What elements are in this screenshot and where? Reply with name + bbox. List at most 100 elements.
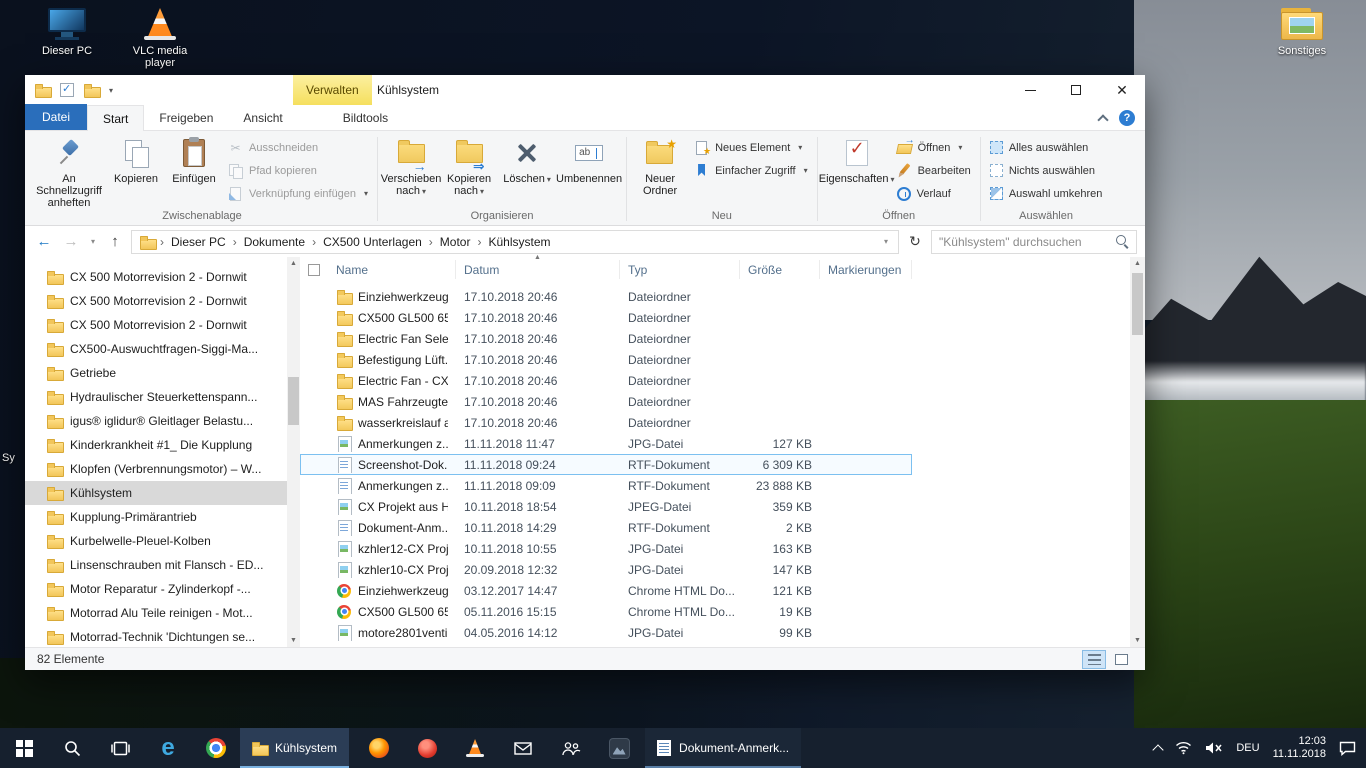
search-input[interactable] <box>939 234 1110 249</box>
tree-item[interactable]: Klopfen (Verbrennungsmotor) – W... <box>25 457 287 481</box>
copy-to-button[interactable]: ⇒ Kopieren nach ▾ <box>440 133 498 198</box>
delete-button[interactable]: Löschen ▾ <box>498 133 556 186</box>
clock[interactable]: 12:03 11.11.2018 <box>1273 735 1326 761</box>
language-indicator[interactable]: DEU <box>1236 742 1259 754</box>
file-row[interactable]: Einziehwerkzeug ... 17.10.2018 20:46 Datei… <box>300 286 912 307</box>
tree-item[interactable]: Motorrad Alu Teile reinigen - Mot... <box>25 601 287 625</box>
tree-item[interactable]: Getriebe <box>25 361 287 385</box>
scroll-down-icon[interactable]: ▼ <box>287 634 300 647</box>
file-row[interactable]: Anmerkungen z... 11.11.2018 11:47 JPG-Date… <box>300 433 912 454</box>
tree-item[interactable]: Linsenschrauben mit Flansch - ED... <box>25 553 287 577</box>
collapse-ribbon-icon[interactable] <box>1097 113 1109 126</box>
tray-expand-icon[interactable] <box>1152 743 1165 756</box>
file-row[interactable]: CX500 GL500 650... 17.10.2018 20:46 Dateio… <box>300 307 912 328</box>
mail-button[interactable] <box>499 728 547 768</box>
desktop-icon-dieser-pc[interactable]: Dieser PC <box>24 8 110 57</box>
breadcrumb-item[interactable]: Motor <box>433 235 478 249</box>
column-header-markierungen[interactable]: Markierungen <box>820 260 912 279</box>
tab-ansicht[interactable]: Ansicht <box>228 105 297 130</box>
copy-button[interactable]: Kopieren <box>107 133 165 185</box>
history-dropdown-icon[interactable]: ▾ <box>87 237 99 246</box>
taskbar-task-kuehlsystem[interactable]: Kühlsystem <box>240 728 350 768</box>
file-row[interactable]: Screenshot-Dok... 11.11.2018 09:24 RTF-Dok… <box>300 454 912 475</box>
vlc-button[interactable] <box>451 728 499 768</box>
scroll-up-icon[interactable]: ▲ <box>1130 257 1145 270</box>
forward-button[interactable]: → <box>60 231 82 253</box>
people-button[interactable] <box>547 728 595 768</box>
breadcrumb-item[interactable]: CX500 Unterlagen <box>316 235 429 249</box>
red-app-button[interactable] <box>403 728 451 768</box>
volume-muted-icon[interactable] <box>1205 741 1223 755</box>
file-row[interactable]: Befestigung Lüft... 17.10.2018 20:46 Datei… <box>300 349 912 370</box>
file-row[interactable]: Electric Fan Selec... 17.10.2018 20:46 Dat… <box>300 328 912 349</box>
tree-item[interactable]: Hydraulischer Steuerkettenspann... <box>25 385 287 409</box>
file-row[interactable]: wasserkreislauf a... 17.10.2018 20:46 Date… <box>300 412 912 433</box>
title-bar[interactable]: ▾ Verwalten Kühlsystem ✕ <box>25 75 1145 105</box>
search-box[interactable] <box>931 229 1137 254</box>
file-list-scrollbar[interactable]: ▲ ▼ <box>1130 257 1145 647</box>
scroll-up-icon[interactable]: ▲ <box>287 257 300 270</box>
back-button[interactable]: ← <box>33 231 55 253</box>
task-view-button[interactable] <box>96 728 144 768</box>
tree-item[interactable]: Kupplung-Primärantrieb <box>25 505 287 529</box>
tab-datei[interactable]: Datei <box>25 104 88 130</box>
up-button[interactable]: ↑ <box>104 231 126 253</box>
tree-item[interactable]: CX 500 Motorrevision 2 - Dornwit <box>25 289 287 313</box>
desktop-icon-sonstiges[interactable]: Sonstiges <box>1259 8 1345 57</box>
easy-access-button[interactable]: Einfacher Zugriff ▾ <box>689 161 813 180</box>
breadcrumb-item[interactable]: Kühlsystem <box>481 235 557 249</box>
breadcrumb-item[interactable]: Dokumente <box>237 235 312 249</box>
open-button[interactable]: Öffnen ▾ <box>892 135 976 157</box>
tree-item[interactable]: Kinderkrankheit #1_ Die Kupplung <box>25 433 287 457</box>
paste-button[interactable]: Einfügen <box>165 133 223 185</box>
file-row[interactable]: kzhler12-CX Proj... 10.11.2018 10:55 JPG-D… <box>300 538 912 559</box>
tree-item[interactable]: CX 500 Motorrevision 2 - Dornwit <box>25 265 287 289</box>
file-row[interactable]: Anmerkungen z... 11.11.2018 09:09 RTF-Doku… <box>300 475 912 496</box>
history-button[interactable]: Verlauf <box>892 184 976 203</box>
column-header-typ[interactable]: Typ <box>620 260 740 279</box>
start-button[interactable] <box>0 728 48 768</box>
search-icon[interactable] <box>1116 235 1129 248</box>
cut-button[interactable]: ✂ Ausschneiden <box>223 138 373 157</box>
tab-bildtools[interactable]: Bildtools <box>328 105 403 130</box>
taskbar-search-button[interactable] <box>48 728 96 768</box>
tab-freigeben[interactable]: Freigeben <box>144 105 228 130</box>
select-none-button[interactable]: Nichts auswählen <box>985 161 1108 180</box>
tree-item[interactable]: CX 500 Motorrevision 2 - Dornwit <box>25 313 287 337</box>
scroll-down-icon[interactable]: ▼ <box>1130 634 1145 647</box>
chrome-button[interactable] <box>192 728 240 768</box>
close-button[interactable]: ✕ <box>1099 75 1145 105</box>
properties-quick-icon[interactable] <box>60 82 74 97</box>
select-all-button[interactable]: Alles auswählen <box>985 138 1108 157</box>
new-folder-button[interactable]: ★ Neuer Ordner <box>631 133 689 197</box>
invert-selection-button[interactable]: Auswahl umkehren <box>985 184 1108 203</box>
properties-button[interactable]: Eigenschaften▾ <box>819 133 894 186</box>
file-row[interactable]: motore2801venti... 04.05.2016 14:12 JPG-Da… <box>300 622 912 643</box>
tree-item[interactable]: igus® iglidur® Gleitlager Belastu... <box>25 409 287 433</box>
minimize-button[interactable] <box>1007 75 1053 105</box>
column-header-datum[interactable]: ▲ Datum <box>456 254 620 279</box>
pin-to-quick-access-button[interactable]: An Schnellzugriff anheften <box>31 133 107 209</box>
details-view-button[interactable] <box>1082 649 1106 669</box>
file-row[interactable]: kzhler10-CX Proj... 20.09.2018 12:32 JPG-D… <box>300 559 912 580</box>
file-row[interactable]: Einziehwerkzeug ... 03.12.2017 14:47 Chrom… <box>300 580 912 601</box>
address-dropdown-icon[interactable]: ▾ <box>877 237 895 246</box>
refresh-icon[interactable]: ↻ <box>904 233 926 250</box>
file-row[interactable]: Electric Fan - CX... 17.10.2018 20:46 Date… <box>300 370 912 391</box>
contextual-tab-verwalten[interactable]: Verwalten <box>293 75 372 105</box>
file-scroll-thumb[interactable] <box>1132 273 1143 335</box>
tab-start[interactable]: Start <box>87 105 145 131</box>
tree-item[interactable]: Kurbelwelle-Pleuel-Kolben <box>25 529 287 553</box>
desktop-icon-vlc[interactable]: VLC media player <box>117 8 203 69</box>
breadcrumb-item[interactable]: Dieser PC <box>164 235 233 249</box>
move-to-button[interactable]: → Verschieben nach ▾ <box>381 133 441 198</box>
new-folder-quick-icon[interactable] <box>84 84 101 98</box>
wifi-icon[interactable] <box>1175 741 1192 755</box>
file-row[interactable]: CX Projekt aus H... 10.11.2018 18:54 JPEG-… <box>300 496 912 517</box>
file-row[interactable]: Dokument-Anm... 10.11.2018 14:29 RTF-Dokum… <box>300 517 912 538</box>
column-header-groesse[interactable]: Größe <box>740 260 820 279</box>
copy-path-button[interactable]: Pfad kopieren <box>223 161 373 180</box>
column-header-name[interactable]: Name <box>328 260 456 279</box>
select-all-checkbox[interactable] <box>308 263 320 276</box>
tree-scrollbar[interactable]: ▲ ▼ <box>287 257 300 647</box>
